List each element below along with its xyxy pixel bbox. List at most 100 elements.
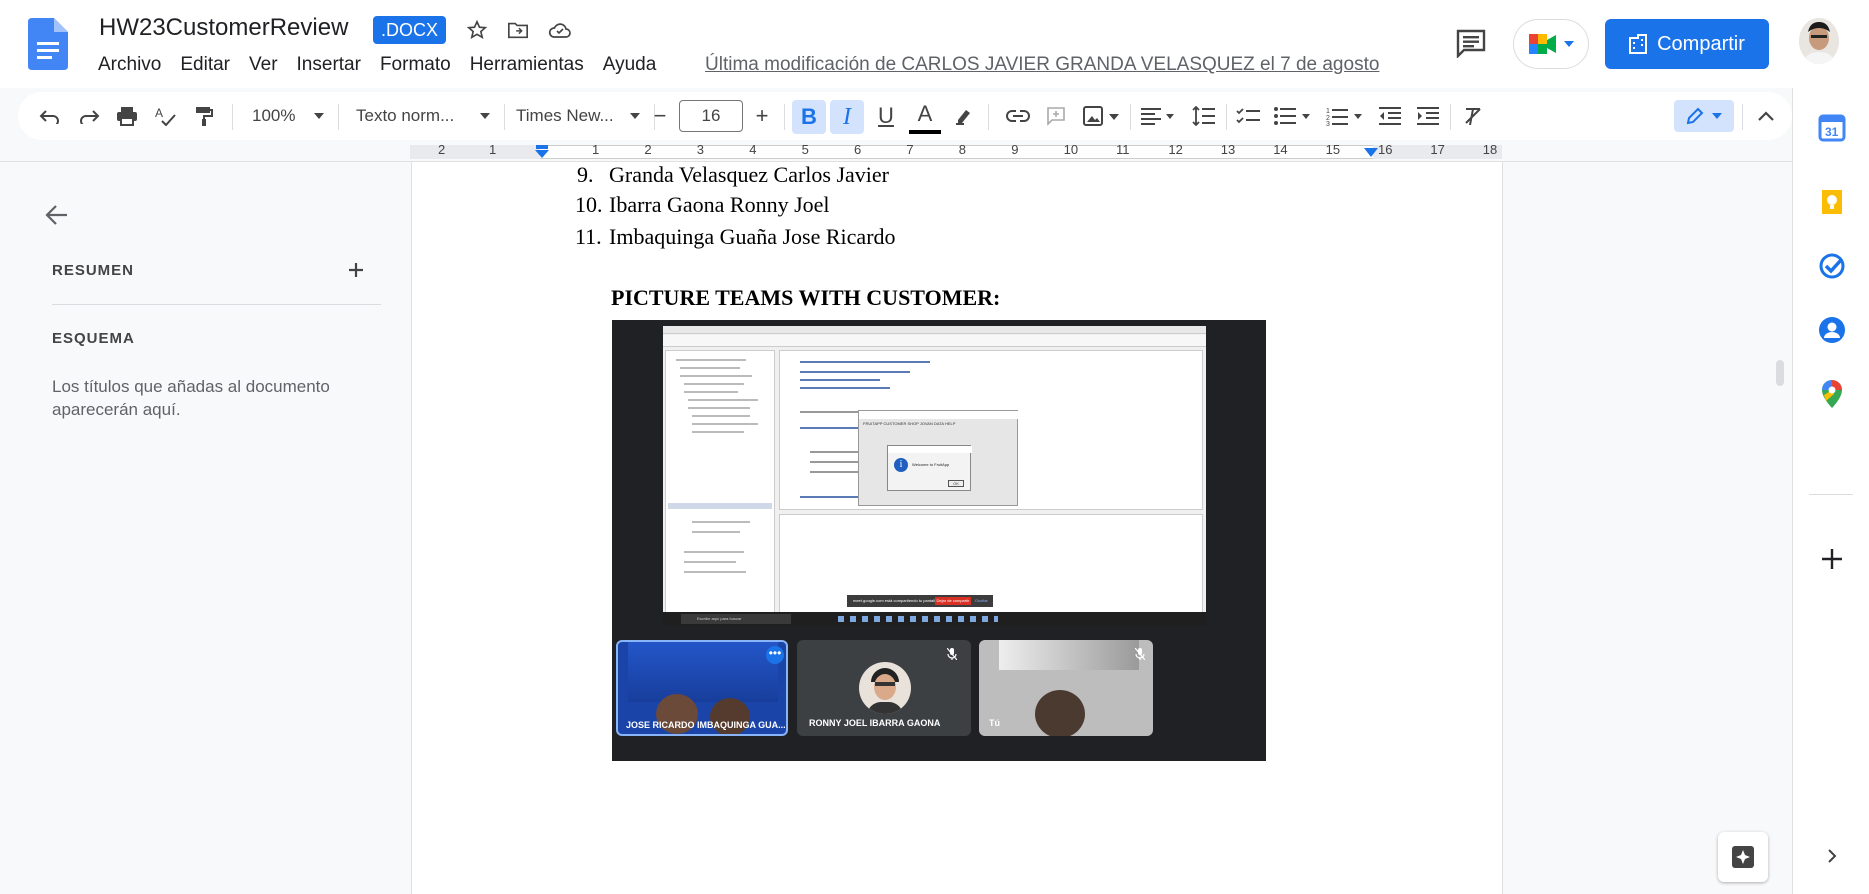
underline-button[interactable]: U [870,92,902,140]
paragraph-style-select[interactable]: Texto norm... [350,92,496,140]
outline-heading: ESQUEMA [52,330,135,347]
keep-icon[interactable] [1814,184,1850,220]
ide-toolbar [663,335,1206,347]
collapse-menus-icon[interactable] [1750,92,1782,140]
align-icon[interactable] [1136,92,1182,140]
document-title[interactable]: HW23CustomerReview [99,14,348,42]
embedded-meeting-screenshot[interactable]: FRUITAPP CUSTOMER SHOP JOVAN DATA HELP i… [612,320,1266,761]
svg-text:31: 31 [1825,125,1839,139]
last-modified-link[interactable]: Última modificación de CARLOS JAVIER GRA… [705,54,1379,76]
toolbar-divider [504,104,505,130]
fruitapp-title: FRUITAPP CUSTOMER SHOP JOVAN DATA HELP [863,421,956,426]
add-summary-icon[interactable] [348,262,364,278]
toolbar-divider [988,104,989,130]
indent-marker-icon[interactable] [534,145,550,159]
avatar[interactable] [1799,18,1839,64]
dialog-message: Welcome to FruitApp [912,462,950,467]
list-item: Ibarra Gaona Ronny Joel [609,192,830,217]
right-indent-marker-icon[interactable] [1364,148,1378,158]
ide-menu-bar [663,326,1206,334]
ruler-number: 4 [749,142,757,157]
menu-editar[interactable]: Editar [180,54,230,76]
text-color-button[interactable]: A [909,98,941,134]
ruler-number: 14 [1273,142,1288,157]
document-page[interactable]: 9. Granda Velasquez Carlos Javier 10. Ib… [411,162,1503,894]
ruler-number: 17 [1430,142,1445,157]
share-button[interactable]: Compartir [1605,19,1769,69]
clear-formatting-icon[interactable] [1458,92,1490,140]
star-icon[interactable] [464,17,490,43]
menu-ayuda[interactable]: Ayuda [603,54,657,76]
summary-heading: RESUMEN [52,262,135,279]
bold-button[interactable]: B [792,100,826,134]
editing-mode-button[interactable] [1674,100,1734,132]
comments-icon[interactable] [1455,28,1487,58]
toolbar-divider [232,104,233,130]
font-family-value: Times New... [516,106,614,125]
list-number: 10. [575,192,603,217]
increase-indent-icon[interactable] [1412,92,1444,140]
add-addon-icon[interactable] [1814,541,1850,577]
undo-icon[interactable] [34,92,66,140]
chevron-down-icon [630,113,640,119]
chevron-down-icon [1712,113,1722,119]
ruler-number: 2 [438,142,446,157]
ruler-number: 7 [906,142,914,157]
cloud-status-icon[interactable] [547,17,573,43]
maps-icon[interactable] [1814,376,1850,412]
chevron-down-icon [314,113,324,119]
back-arrow-icon[interactable] [45,204,69,226]
checklist-icon[interactable] [1232,92,1264,140]
link-icon[interactable] [1002,92,1034,140]
ruler-number: 1 [489,142,497,157]
expand-panel-icon[interactable] [1814,838,1850,874]
toolbar-divider [784,104,785,130]
spellcheck-icon[interactable]: A [149,92,181,140]
insert-image-icon[interactable] [1078,92,1124,140]
menu-ver[interactable]: Ver [249,54,278,76]
redo-icon[interactable] [73,92,105,140]
zoom-select[interactable]: 100% [246,92,330,140]
chevron-down-icon [480,113,490,119]
toolbar-divider [338,104,339,130]
font-size-input[interactable]: 16 [679,100,743,132]
menu-herramientas[interactable]: Herramientas [470,54,584,76]
svg-text:3: 3 [1326,121,1330,126]
toolbar-divider [1742,104,1743,130]
line-spacing-icon[interactable] [1188,92,1220,140]
move-folder-icon[interactable] [505,17,531,43]
calendar-icon[interactable]: 31 [1814,110,1850,146]
horizontal-ruler[interactable]: 2 1 1 2 3 4 5 6 7 8 9 10 11 12 13 14 15 16 17 18 [0,140,1792,162]
menu-insertar[interactable]: Insertar [297,54,361,76]
font-family-select[interactable]: Times New... [508,92,648,140]
participant-avatar [859,662,911,714]
explore-button[interactable] [1718,832,1768,882]
taskbar-search: Escribe aquí para buscar [681,614,791,624]
italic-button[interactable]: I [830,100,864,134]
formatting-toolbar: A 100% Texto norm... Times New... − 16 +… [18,92,1792,140]
svg-text:A: A [155,106,163,120]
tasks-icon[interactable] [1814,248,1850,284]
add-comment-icon[interactable] [1040,92,1072,140]
increase-font-size-button[interactable]: + [746,92,778,140]
vertical-scrollbar[interactable] [1776,360,1784,386]
meet-button[interactable] [1513,19,1589,69]
print-icon[interactable] [111,92,143,140]
bulleted-list-icon[interactable] [1270,92,1316,140]
decrease-font-size-button[interactable]: − [644,92,676,140]
contacts-icon[interactable] [1814,312,1850,348]
hide-button: Ocultar [975,598,988,603]
highlight-icon[interactable] [948,92,980,140]
ruler-number: 11 [1116,142,1130,157]
numbered-list-icon[interactable]: 123 [1322,92,1368,140]
participant-tile-jose: ••• JOSE RICARDO IMBAQUINGA GUA... [616,640,788,736]
decrease-indent-icon[interactable] [1374,92,1406,140]
menu-formato[interactable]: Formato [380,54,451,76]
google-docs-logo[interactable] [28,18,68,70]
document-outline-panel: RESUMEN ESQUEMA Los títulos que añadas a… [20,162,409,894]
paint-format-icon[interactable] [188,92,220,140]
toolbar-divider [1130,104,1131,130]
menu-archivo[interactable]: Archivo [98,54,161,76]
ruler-number: 5 [801,142,809,157]
docx-badge: .DOCX [373,16,447,44]
